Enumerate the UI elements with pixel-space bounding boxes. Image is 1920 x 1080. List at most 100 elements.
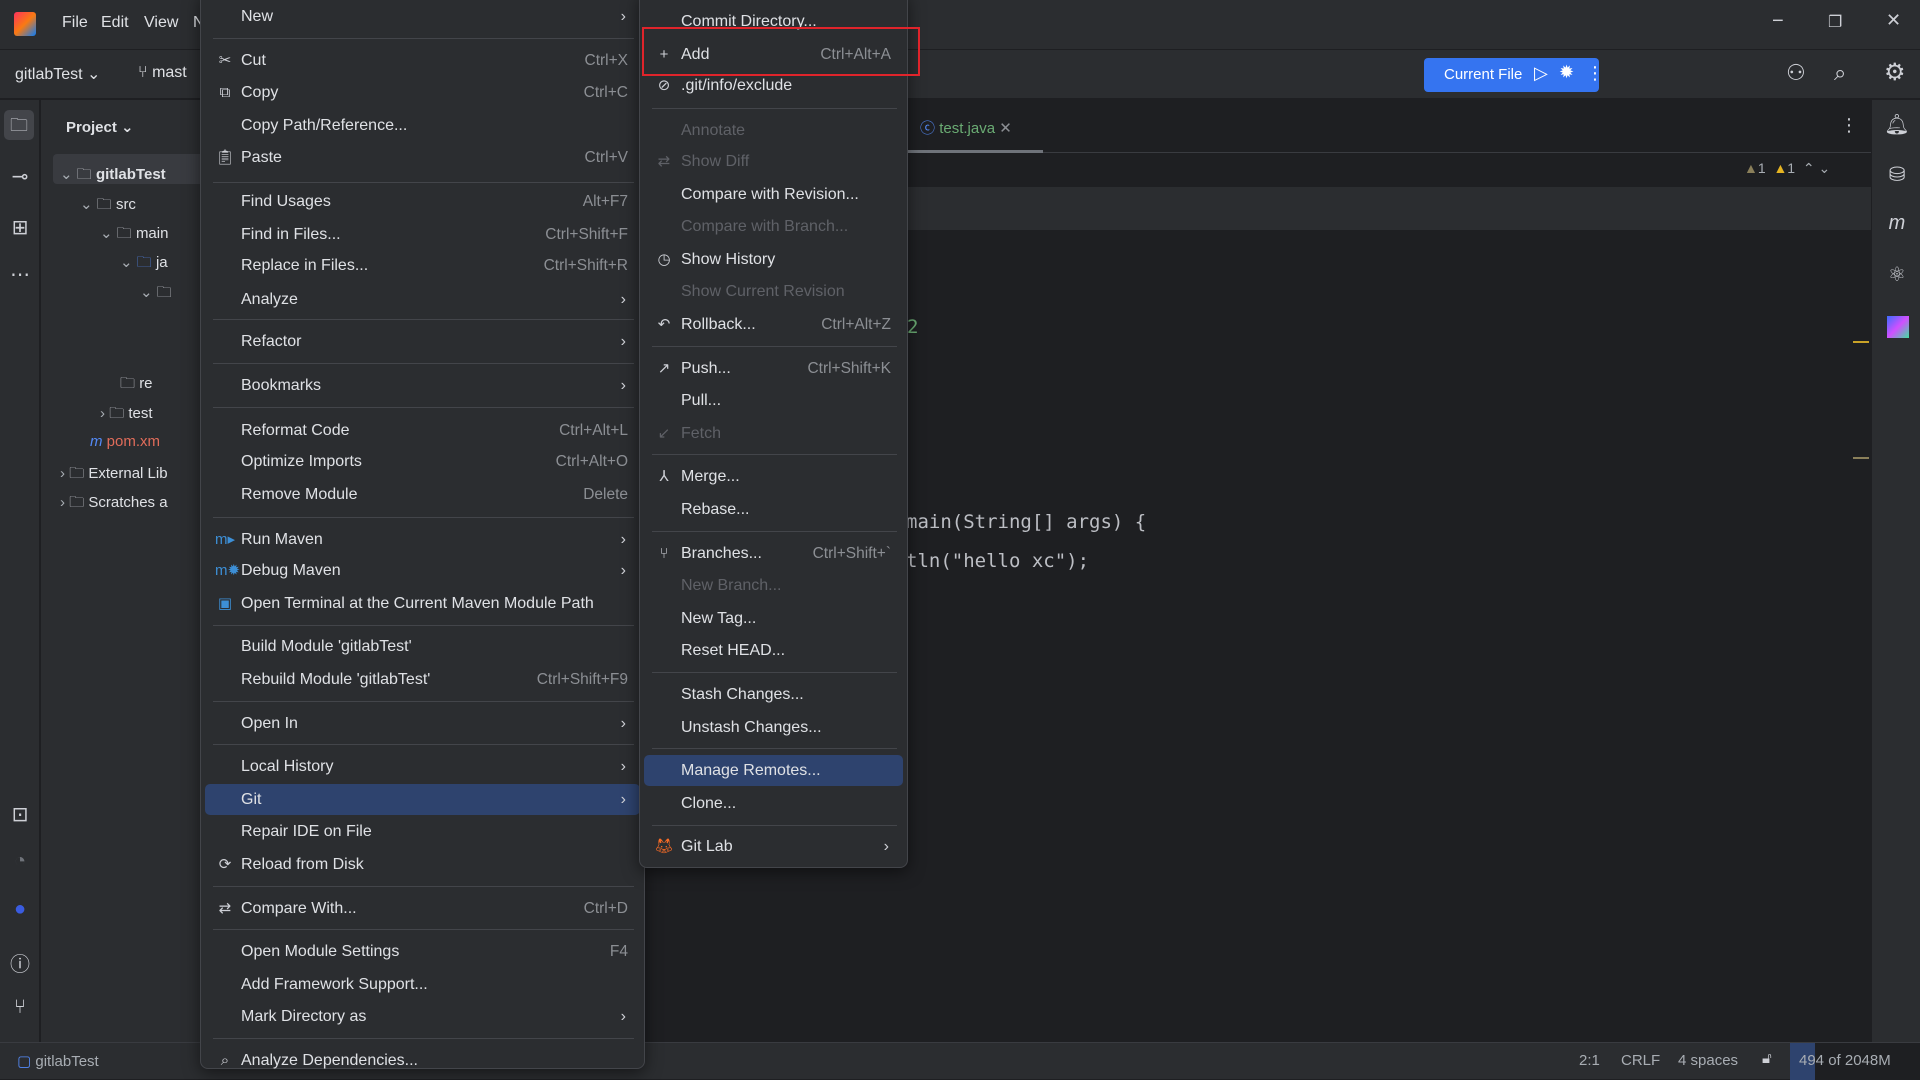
expand-chevron-icon[interactable]: › bbox=[100, 405, 109, 422]
expand-chevron-icon[interactable]: ⌄ bbox=[100, 225, 117, 242]
lock-icon[interactable]: 🔓︎ bbox=[1762, 1050, 1772, 1067]
menu-item-run-maven[interactable]: m▸ Run Maven › bbox=[205, 524, 640, 555]
tree-item[interactable]: › 🗀︎ External Lib bbox=[60, 463, 168, 488]
expand-chevron-icon[interactable]: ⌄ bbox=[60, 166, 77, 183]
menu-item-unstash-changes[interactable]: Unstash Changes... bbox=[644, 712, 903, 743]
menu-item-compare-with-branch[interactable]: Compare with Branch... bbox=[644, 211, 903, 242]
menu-item-find-usages[interactable]: Find Usages Alt+F7 bbox=[205, 186, 640, 217]
tree-item[interactable]: ⌄ 🗀︎ ja bbox=[120, 252, 168, 277]
menu-item-open-terminal-at-the-current-maven-module-path[interactable]: ▣ Open Terminal at the Current Maven Modu… bbox=[205, 588, 640, 619]
close-window-button[interactable]: ✕ bbox=[1886, 10, 1901, 31]
commit-tool-icon[interactable]: ⊸ bbox=[0, 164, 40, 189]
problems-tool-icon[interactable]: ⓘ bbox=[0, 948, 40, 977]
code-line[interactable]: tln("hello xc"); bbox=[906, 550, 1089, 572]
menu-item-reformat-code[interactable]: Reformat Code Ctrl+Alt+L bbox=[205, 415, 640, 446]
ai-assistant-icon[interactable] bbox=[1887, 316, 1909, 338]
menu-item-new-branch[interactable]: New Branch... bbox=[644, 570, 903, 601]
menu-item-fetch[interactable]: ↙ Fetch bbox=[644, 418, 903, 449]
memory-indicator[interactable]: 494 of 2048M bbox=[1790, 1043, 1920, 1080]
search-icon[interactable]: ⌕ bbox=[1834, 60, 1846, 86]
menu-item-debug-maven[interactable]: m✹ Debug Maven › bbox=[205, 555, 640, 586]
menu-item-stash-changes[interactable]: Stash Changes... bbox=[644, 679, 903, 710]
menu-item-analyze-dependencies[interactable]: ⌕ Analyze Dependencies... bbox=[205, 1045, 640, 1076]
menu-item-reload-from-disk[interactable]: ⟳ Reload from Disk bbox=[205, 849, 640, 880]
close-tab-icon[interactable]: ✕ bbox=[999, 120, 1012, 137]
menu-item-find-in-files[interactable]: Find in Files... Ctrl+Shift+F bbox=[205, 219, 640, 250]
expand-chevron-icon[interactable]: ⌄ bbox=[140, 284, 157, 301]
minimize-button[interactable]: − bbox=[1772, 10, 1784, 33]
notifications-icon[interactable]: 🔔︎ bbox=[1877, 112, 1917, 137]
menu-item-rebuild-module-gitlabtest[interactable]: Rebuild Module 'gitlabTest' Ctrl+Shift+F9 bbox=[205, 664, 640, 695]
more-tools-icon[interactable]: ⋯ bbox=[0, 262, 40, 287]
menu-file[interactable]: File bbox=[62, 14, 88, 32]
menu-item-merge[interactable]: ⅄ Merge... bbox=[644, 461, 903, 492]
tab-options-icon[interactable]: ⋮ bbox=[1840, 115, 1858, 136]
line-ending[interactable]: CRLF bbox=[1621, 1052, 1660, 1069]
maven-icon[interactable]: m bbox=[1877, 212, 1917, 235]
menu-item-clone[interactable]: Clone... bbox=[644, 788, 903, 819]
tree-item[interactable]: ⌄ 🗀︎ src bbox=[80, 194, 136, 219]
menu-item-copy-path-reference[interactable]: Copy Path/Reference... bbox=[205, 110, 640, 141]
tree-item[interactable]: ⌄ 🗀︎ bbox=[140, 282, 172, 307]
menu-item-push[interactable]: ↗ Push... Ctrl+Shift+K bbox=[644, 353, 903, 384]
menu-item-refactor[interactable]: Refactor › bbox=[205, 326, 640, 357]
indent-setting[interactable]: 4 spaces bbox=[1678, 1052, 1738, 1069]
menu-item-build-module-gitlabtest[interactable]: Build Module 'gitlabTest' bbox=[205, 631, 640, 662]
debug-icon[interactable]: ✹ bbox=[1559, 62, 1574, 83]
menu-item-replace-in-files[interactable]: Replace in Files... Ctrl+Shift+R bbox=[205, 250, 640, 281]
code-line[interactable]: main(String[] args) { bbox=[906, 511, 1146, 533]
inspection-widget[interactable]: ▲1 ▲1 ⌃ ⌄ bbox=[1744, 160, 1830, 177]
structure-tool-icon[interactable]: ⊞ bbox=[0, 215, 40, 240]
menu-item-annotate[interactable]: Annotate bbox=[644, 115, 903, 146]
expand-chevron-icon[interactable]: › bbox=[60, 465, 69, 482]
menu-item-rollback[interactable]: ↶ Rollback... Ctrl+Alt+Z bbox=[644, 309, 903, 340]
menu-item-paste[interactable]: 📋︎ Paste Ctrl+V bbox=[205, 142, 640, 173]
menu-item-show-history[interactable]: ◷ Show History bbox=[644, 244, 903, 275]
menu-item-copy[interactable]: ⧉ Copy Ctrl+C bbox=[205, 77, 640, 108]
menu-view[interactable]: View bbox=[144, 14, 178, 32]
menu-item-show-current-revision[interactable]: Show Current Revision bbox=[644, 276, 903, 307]
menu-item-new[interactable]: New › bbox=[205, 1, 640, 32]
menu-item-repair-ide-on-file[interactable]: Repair IDE on File bbox=[205, 816, 640, 847]
status-project[interactable]: ▢ gitlabTest bbox=[17, 1052, 99, 1070]
menu-item-mark-directory-as[interactable]: Mark Directory as › bbox=[205, 1001, 640, 1032]
terminal-tool-icon[interactable]: ⊡ bbox=[0, 802, 40, 827]
menu-item-show-diff[interactable]: ⇄ Show Diff bbox=[644, 146, 903, 177]
menu-item-reset-head[interactable]: Reset HEAD... bbox=[644, 635, 903, 666]
project-selector[interactable]: gitlabTest ⌄ bbox=[15, 64, 100, 84]
menu-item-analyze[interactable]: Analyze › bbox=[205, 284, 640, 315]
menu-item-bookmarks[interactable]: Bookmarks › bbox=[205, 370, 640, 401]
lua-tool-icon[interactable]: ● bbox=[0, 898, 40, 921]
git-tool-icon[interactable]: ⑂ bbox=[0, 996, 40, 1019]
project-panel-title[interactable]: Project ⌄ bbox=[66, 118, 134, 136]
menu-item-add-framework-support[interactable]: Add Framework Support... bbox=[205, 969, 640, 1000]
plugin-icon[interactable]: ⚛ bbox=[1877, 262, 1917, 287]
project-tool-icon[interactable]: 🗀 bbox=[4, 110, 34, 140]
menu-item-compare-with[interactable]: ⇄ Compare With... Ctrl+D bbox=[205, 893, 640, 924]
menu-item-compare-with-revision[interactable]: Compare with Revision... bbox=[644, 179, 903, 210]
expand-chevron-icon[interactable]: › bbox=[60, 494, 69, 511]
tree-item[interactable]: ⌄ 🗀︎ main bbox=[100, 223, 168, 248]
tree-item[interactable]: 🗀︎ re bbox=[120, 373, 153, 398]
menu-item-new-tag[interactable]: New Tag... bbox=[644, 603, 903, 634]
tree-item[interactable]: m pom.xm bbox=[90, 433, 160, 450]
menu-item-open-in[interactable]: Open In › bbox=[205, 708, 640, 739]
run-config-selector[interactable]: Current File bbox=[1444, 66, 1522, 83]
caret-position[interactable]: 2:1 bbox=[1579, 1052, 1600, 1069]
menu-item-open-module-settings[interactable]: Open Module Settings F4 bbox=[205, 936, 640, 967]
menu-item-git-lab[interactable]: 🦊︎ Git Lab › bbox=[644, 831, 903, 862]
add-user-icon[interactable]: ⚇ bbox=[1786, 60, 1806, 86]
tree-item[interactable]: ⌄ 🗀︎ gitlabTest bbox=[60, 164, 166, 189]
expand-chevron-icon[interactable]: ⌄ bbox=[120, 254, 137, 271]
restore-button[interactable]: ❐ bbox=[1828, 12, 1842, 32]
profiler-tool-icon[interactable]: ◔ bbox=[0, 850, 40, 873]
database-icon[interactable]: ⛁ bbox=[1877, 162, 1917, 187]
menu-item-local-history[interactable]: Local History › bbox=[205, 751, 640, 782]
code-line[interactable]: 2 bbox=[907, 316, 918, 338]
menu-item-branches[interactable]: ⑂ Branches... Ctrl+Shift+` bbox=[644, 538, 903, 569]
run-icon[interactable]: ▷ bbox=[1534, 63, 1548, 84]
settings-icon[interactable]: ⚙ bbox=[1884, 58, 1906, 87]
tree-item[interactable]: › 🗀︎ Scratches a bbox=[60, 492, 168, 517]
more-icon[interactable]: ⋮ bbox=[1586, 63, 1604, 84]
menu-item-optimize-imports[interactable]: Optimize Imports Ctrl+Alt+O bbox=[205, 446, 640, 477]
